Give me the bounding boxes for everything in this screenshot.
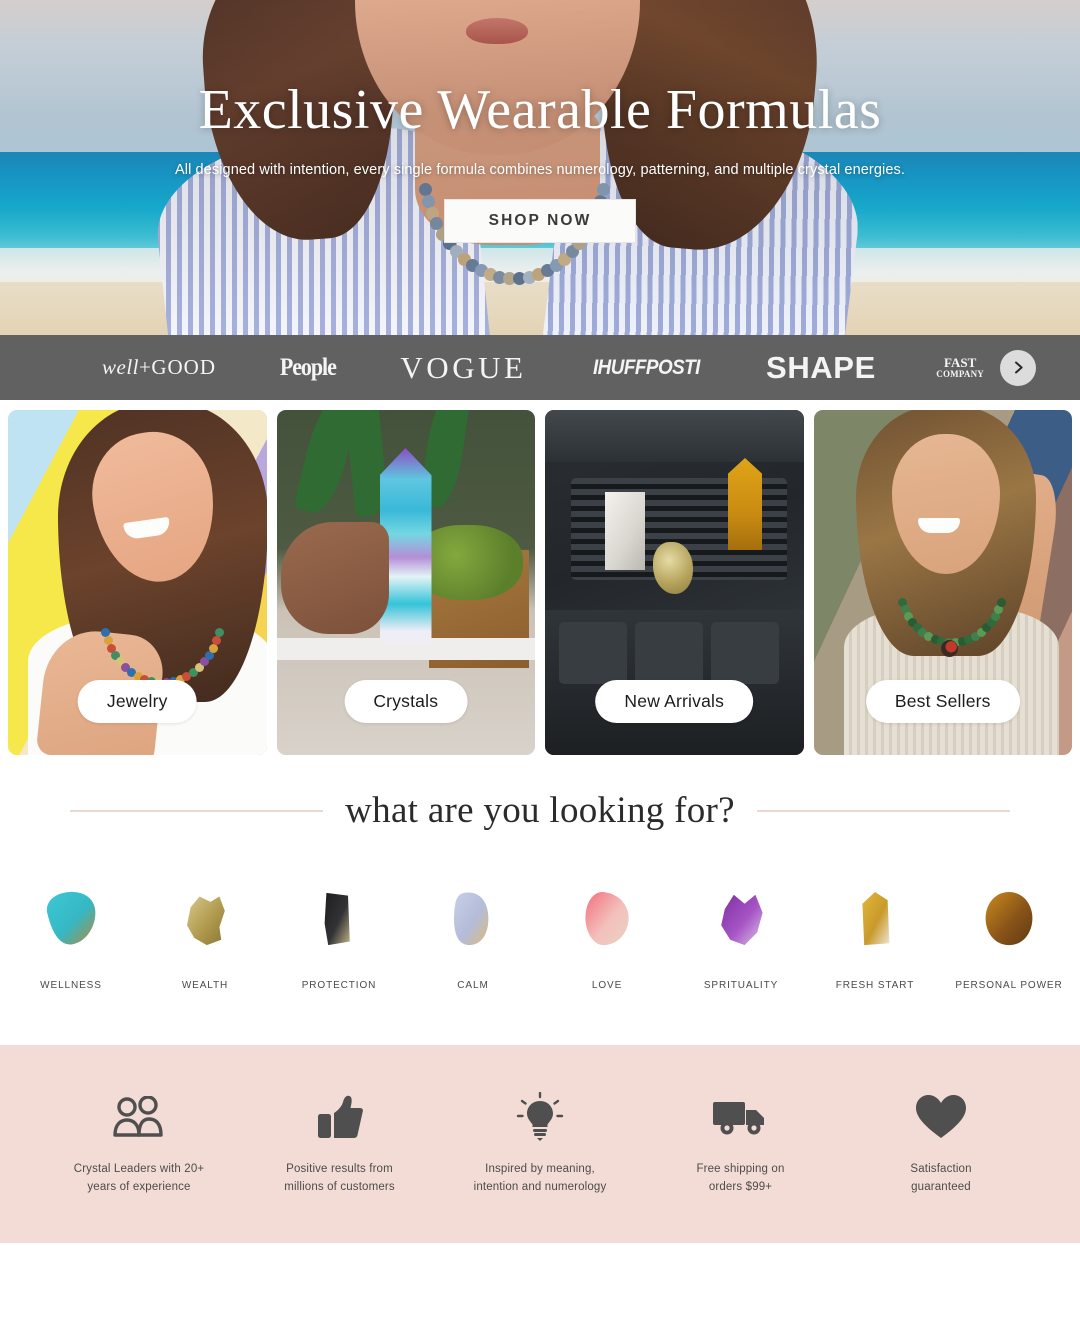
benefit-line-2: years of experience [87,1180,191,1193]
well-good-plus: + [139,355,152,379]
benefit-item-2: Inspired by meaning, intention and numero… [447,1089,633,1197]
benefit-text: Free shipping on orders $99+ [696,1161,784,1197]
press-logo-well-good[interactable]: well+GOOD [102,355,216,380]
crystal-category-tigers-eye[interactable]: PERSONAL POWER [950,876,1068,993]
hero-title: Exclusive Wearable Formulas [198,79,882,141]
hero-subtitle: All designed with intention, every singl… [175,162,905,178]
category-label-jewelry: Jewelry [77,680,197,723]
benefit-item-1: Positive results from millions of custome… [247,1089,433,1197]
benefit-text: Satisfaction guaranteed [910,1161,971,1197]
benefit-line-1: Satisfaction [910,1163,972,1175]
category-tile-crystals[interactable]: Crystals [276,410,535,755]
benefit-line-2: guaranteed [911,1180,971,1193]
crystal-category-label: PERSONAL POWER [955,980,1063,991]
shop-now-button[interactable]: SHOP NOW [443,199,637,243]
well-good-bold: GOOD [151,355,217,379]
benefit-text: Inspired by meaning, intention and numero… [474,1161,607,1197]
crystal-category-pink-agate-geode[interactable]: LOVE [548,876,666,993]
press-logo-people[interactable]: People [276,354,340,382]
fast-line-2: COMPANY [936,368,984,379]
well-good-italic: well [102,355,139,379]
benefit-text: Crystal Leaders with 20+ years of experie… [74,1161,204,1197]
category-tiles: Jewelry Crystals New Arrivals Best Selle… [0,400,1080,755]
thumbs-up-icon [316,1089,364,1145]
press-logo-huffpost[interactable]: IHUFFPOSTI [587,356,706,380]
benefit-line-1: Free shipping on [696,1163,785,1175]
crystal-category-turquoise[interactable]: WELLNESS [12,876,130,993]
pink-agate-geode-icon [562,876,652,962]
blue-lace-agate-icon [428,876,518,962]
people-icon [113,1089,165,1145]
crystal-category-amethyst[interactable]: SPRITUALITY [682,876,800,993]
pyrite-icon [160,876,250,962]
category-tile-jewelry[interactable]: Jewelry [8,410,267,755]
press-carousel-next-button[interactable] [1000,349,1036,386]
benefit-item-3: Free shipping on orders $99+ [648,1089,834,1197]
crystal-category-pyrite[interactable]: WEALTH [146,876,264,993]
crystal-category-label: SPRITUALITY [703,980,779,991]
turquoise-icon [26,876,116,962]
section-spacer [0,993,1080,1045]
category-tile-best-sellers[interactable]: Best Sellers [813,410,1072,755]
benefit-item-0: Crystal Leaders with 20+ years of experie… [46,1089,232,1197]
benefits-bar: Crystal Leaders with 20+ years of experie… [0,1045,1080,1243]
tigers-eye-icon [964,876,1054,962]
crystal-category-label: WELLNESS [40,980,102,991]
benefit-line-2: orders $99+ [708,1180,773,1193]
benefit-line-2: intention and numerology [473,1180,607,1193]
lightbulb-icon [515,1089,565,1145]
looking-for-heading: what are you looking for? [0,789,1080,832]
chevron-right-icon [1011,360,1026,375]
press-logos-bar: well+GOOD People VOGUE IHUFFPOSTI SHAPE … [0,335,1080,400]
crystal-category-label: WEALTH [181,980,229,991]
crystal-category-row: WELLNESS WEALTH PROTECTION CALM LOVE SPRITUAL… [0,832,1080,993]
black-tourmaline-icon [294,876,384,962]
best-sellers-necklace [884,578,1014,657]
crystal-category-label: CALM [457,980,489,991]
press-logo-fast-company[interactable]: FAST COMPANY [936,356,984,378]
amethyst-icon [696,876,786,962]
crystal-category-label: PROTECTION [301,980,377,991]
truck-icon [712,1089,770,1145]
hero-banner: Exclusive Wearable Formulas All designed… [0,0,1080,335]
crystal-category-blue-lace-agate[interactable]: CALM [414,876,532,993]
crystal-category-black-tourmaline[interactable]: PROTECTION [280,876,398,993]
benefit-line-2: millions of customers [284,1180,395,1193]
press-logo-vogue[interactable]: VOGUE [400,350,526,386]
benefit-line-1: Positive results from [286,1163,393,1175]
looking-for-section: what are you looking for? WELLNESS WEALTH… [0,755,1080,993]
benefit-item-4: Satisfaction guaranteed [848,1089,1034,1197]
category-label-new-arrivals: New Arrivals [595,680,754,723]
benefit-text: Positive results from millions of custome… [284,1161,395,1197]
rule-left [70,809,324,812]
rule-right [756,809,1010,812]
category-label-best-sellers: Best Sellers [865,680,1020,723]
benefit-line-1: Inspired by meaning, [485,1163,595,1175]
looking-for-title: what are you looking for? [345,790,735,831]
category-label-crystals: Crystals [344,680,468,723]
category-tile-new-arrivals[interactable]: New Arrivals [545,410,804,755]
crystal-category-label: LOVE [591,980,623,991]
heart-icon [915,1089,967,1145]
press-logo-shape[interactable]: SHAPE [766,350,876,386]
benefit-line-1: Crystal Leaders with 20+ [73,1163,205,1175]
crystal-category-rutilated-quartz[interactable]: FRESH START [816,876,934,993]
crystal-category-label: FRESH START [835,980,915,991]
rutilated-quartz-icon [830,876,920,962]
